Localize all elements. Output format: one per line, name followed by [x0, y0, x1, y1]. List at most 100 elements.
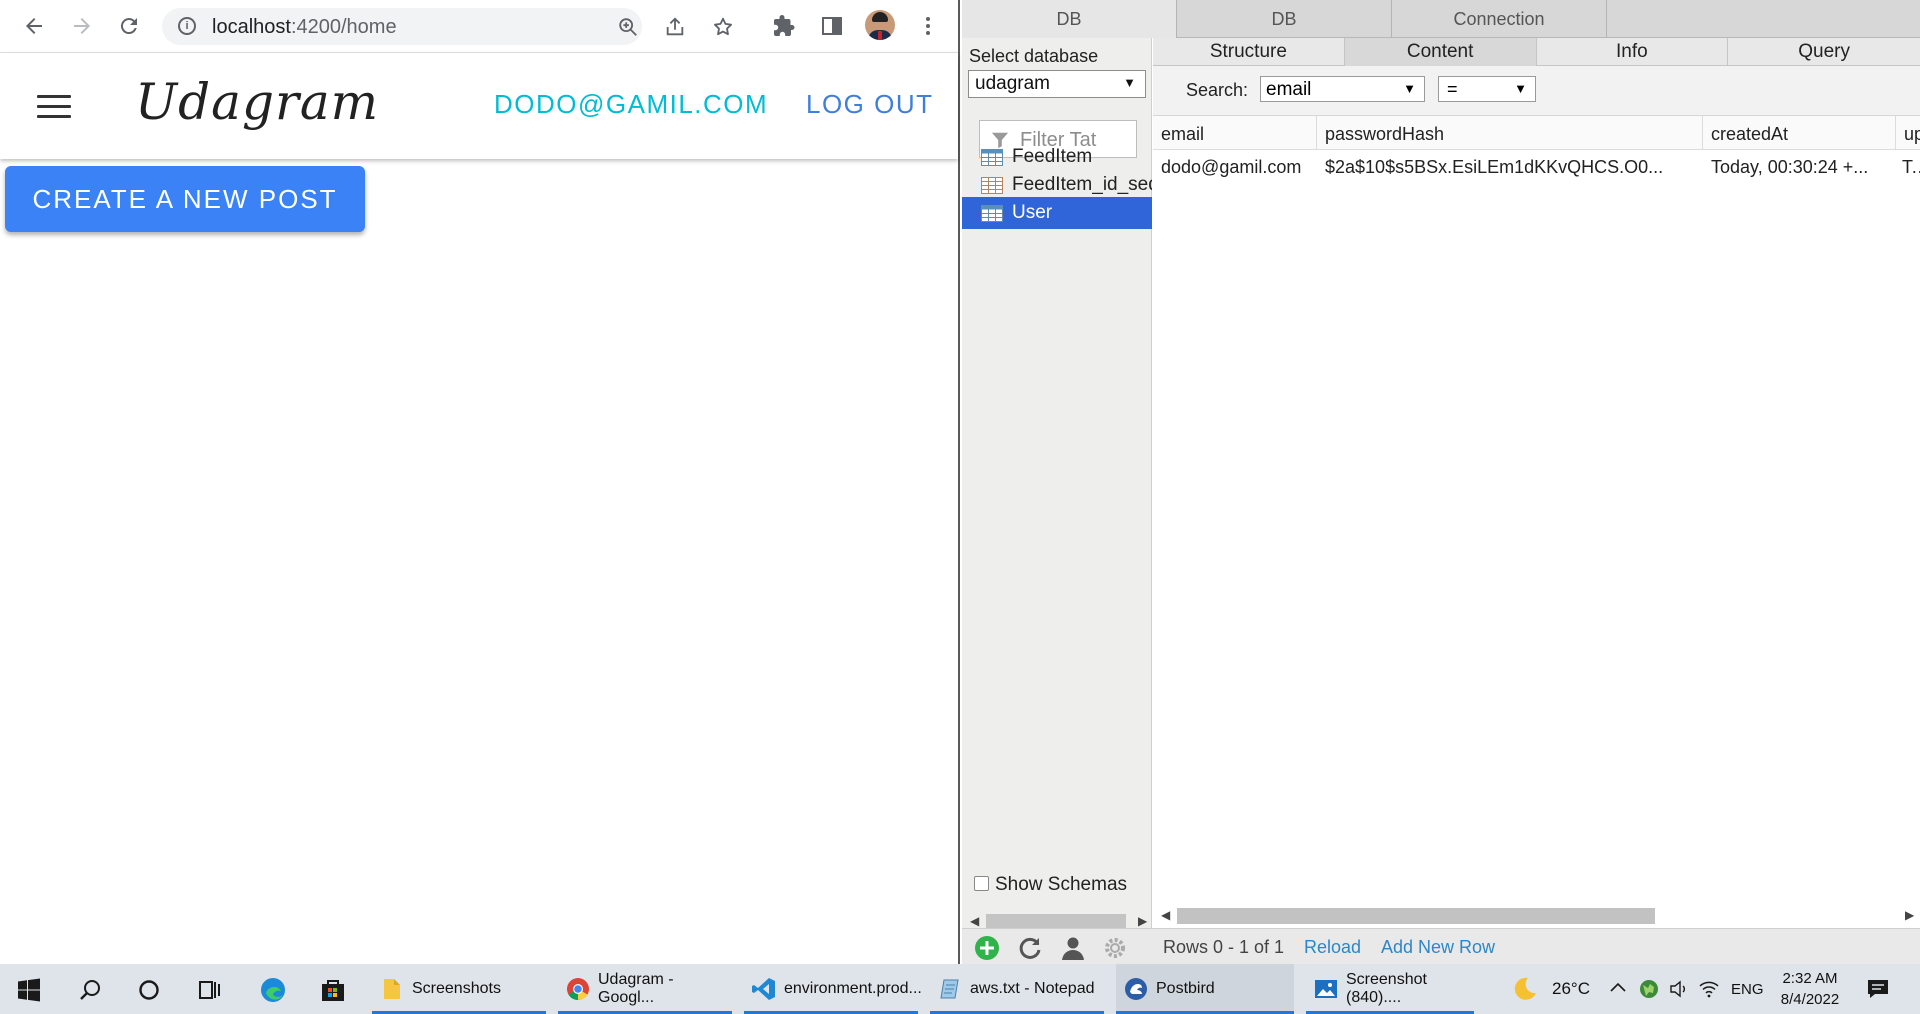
bookmark-star-icon[interactable] — [712, 16, 734, 38]
column-header-email[interactable]: email — [1153, 116, 1317, 150]
cell-createdat[interactable]: Today, 00:30:24 +... — [1703, 150, 1896, 182]
taskbar-app-photos[interactable]: Screenshot (840).... — [1306, 964, 1474, 1014]
share-icon[interactable] — [664, 16, 686, 38]
network-globe-icon[interactable] — [1638, 978, 1660, 1000]
taskbar: Screenshots Udagram - Googl... environme… — [0, 964, 1920, 1014]
reload-link[interactable]: Reload — [1304, 937, 1361, 958]
connection-tabs: DB DB Connection — [962, 0, 1920, 38]
create-new-post-button[interactable]: CREATE A NEW POST — [5, 166, 365, 232]
desktop: i localhost:4200/home Udagram DODO@GAMIL… — [0, 0, 1920, 1014]
wifi-icon[interactable] — [1698, 978, 1720, 1000]
taskbar-app-vscode[interactable]: environment.prod... — [744, 964, 922, 1014]
zoom-icon[interactable] — [617, 16, 639, 38]
forward-arrow-icon[interactable] — [70, 14, 94, 38]
user-icon[interactable] — [1060, 935, 1086, 961]
column-header-passwordhash[interactable]: passwordHash — [1317, 116, 1703, 150]
table-icon — [981, 205, 1003, 222]
postbird-window: DB DB Connection Select database udagram… — [962, 0, 1920, 964]
taskbar-app-notepad[interactable]: aws.txt - Notepad — [930, 964, 1104, 1014]
edge-icon[interactable] — [260, 977, 286, 1003]
sequence-icon — [981, 177, 1003, 194]
store-icon[interactable] — [320, 977, 346, 1003]
column-header-updatedat[interactable]: up — [1896, 116, 1920, 150]
volume-icon[interactable] — [1668, 978, 1690, 1000]
reload-icon[interactable] — [117, 14, 141, 38]
rows-count: Rows 0 - 1 of 1 — [1163, 937, 1285, 957]
chevron-up-icon[interactable] — [1608, 978, 1628, 998]
taskbar-app-screenshots[interactable]: Screenshots — [372, 964, 546, 1014]
weather-moon-icon[interactable] — [1512, 976, 1538, 1002]
postbird-icon — [1125, 978, 1147, 1000]
temperature[interactable]: 26°C — [1552, 964, 1590, 1014]
search-label: Search: — [1186, 80, 1249, 100]
add-new-row-link[interactable]: Add New Row — [1381, 937, 1495, 958]
photos-icon — [1315, 980, 1337, 998]
checkbox-icon[interactable] — [974, 876, 989, 891]
folder-icon — [384, 979, 400, 999]
vscode-icon — [752, 978, 775, 1000]
cell-email[interactable]: dodo@gamil.com — [1153, 150, 1317, 182]
tab-info[interactable]: Info — [1537, 38, 1729, 66]
table-icon — [981, 149, 1003, 166]
tab-connection[interactable]: Connection — [1392, 0, 1607, 38]
extensions-puzzle-icon[interactable] — [772, 14, 796, 38]
taskbar-app-postbird[interactable]: Postbird — [1116, 964, 1294, 1014]
refresh-icon[interactable] — [1017, 935, 1043, 961]
hamburger-menu-icon[interactable] — [37, 95, 71, 119]
system-clock[interactable]: 2:32 AM 8/4/2022 — [1775, 968, 1845, 1010]
column-header-createdat[interactable]: createdAt — [1703, 116, 1896, 150]
sidebar: Select database udagram ▼ Filter Tat Fee… — [962, 38, 1152, 964]
logout-button[interactable]: LOG OUT — [806, 89, 934, 120]
side-panel-icon[interactable] — [820, 14, 844, 38]
profile-avatar[interactable] — [865, 10, 895, 40]
chrome-icon — [567, 978, 589, 1000]
tab-query[interactable]: Query — [1728, 38, 1920, 66]
dropdown-arrow-icon: ▼ — [1403, 81, 1416, 96]
dropdown-arrow-icon: ▼ — [1123, 75, 1136, 90]
cell-passwordhash[interactable]: $2a$10$s5BSx.EsiLEm1dKKvQHCS.O0... — [1317, 150, 1703, 182]
search-column-select[interactable]: email ▼ — [1260, 76, 1425, 102]
tab-structure[interactable]: Structure — [1153, 38, 1345, 66]
tab-content[interactable]: Content — [1344, 38, 1537, 66]
browser-menu-icon[interactable] — [916, 14, 940, 38]
content-panel: Structure Content Info Query Search: ema… — [1153, 38, 1920, 964]
database-select[interactable]: udagram ▼ — [968, 70, 1146, 98]
select-database-label: Select database — [969, 46, 1099, 66]
browser-toolbar: i localhost:4200/home — [0, 0, 958, 53]
address-bar[interactable]: i localhost:4200/home — [162, 8, 732, 45]
search-operator-select[interactable]: = ▼ — [1438, 76, 1536, 102]
table-header: email passwordHash createdAt up — [1153, 116, 1920, 150]
windows-start-icon[interactable] — [17, 978, 41, 1002]
table-row[interactable]: dodo@gamil.com $2a$10$s5BSx.EsiLEm1dKKvQ… — [1153, 150, 1920, 182]
browser-window: i localhost:4200/home Udagram DODO@GAMIL… — [0, 0, 960, 964]
dropdown-arrow-icon: ▼ — [1514, 81, 1527, 96]
sidebar-item-user[interactable]: User — [962, 197, 1152, 229]
scroll-right-icon[interactable]: ▶ — [1138, 914, 1147, 928]
footer-bar: Rows 0 - 1 of 1 Reload Add New Row — [962, 928, 1920, 964]
cortana-icon[interactable] — [136, 977, 162, 1003]
scroll-left-icon[interactable]: ◀ — [970, 914, 979, 928]
brand-logo[interactable]: Udagram — [135, 73, 379, 131]
content-scrollbar[interactable]: ◀ ▶ — [1153, 904, 1920, 926]
app-header: Udagram DODO@GAMIL.COM LOG OUT — [0, 53, 958, 159]
task-view-icon[interactable] — [196, 977, 222, 1003]
gear-icon[interactable] — [1102, 935, 1128, 961]
site-info-icon[interactable]: i — [178, 17, 196, 35]
notifications-icon[interactable] — [1866, 977, 1890, 1001]
taskbar-app-chrome[interactable]: Udagram - Googl... — [558, 964, 732, 1014]
sidebar-scrollbar[interactable]: ◀ ▶ — [968, 910, 1148, 930]
tab-db-2[interactable]: DB — [1177, 0, 1392, 38]
notepad-icon — [940, 979, 959, 999]
show-schemas-checkbox[interactable]: Show Schemas — [974, 874, 1127, 896]
url-text[interactable]: localhost:4200/home — [212, 16, 397, 39]
search-icon[interactable] — [77, 977, 103, 1003]
user-email-link[interactable]: DODO@GAMIL.COM — [494, 89, 768, 120]
view-tabs: Structure Content Info Query — [1153, 38, 1920, 66]
tab-db-1[interactable]: DB — [962, 0, 1177, 38]
add-icon[interactable] — [974, 935, 1000, 961]
cell-updatedat[interactable]: To — [1896, 150, 1920, 182]
scroll-left-icon[interactable]: ◀ — [1161, 908, 1170, 922]
back-arrow-icon[interactable] — [22, 14, 46, 38]
scroll-right-icon[interactable]: ▶ — [1905, 908, 1914, 922]
language-indicator[interactable]: ENG — [1731, 964, 1764, 1014]
